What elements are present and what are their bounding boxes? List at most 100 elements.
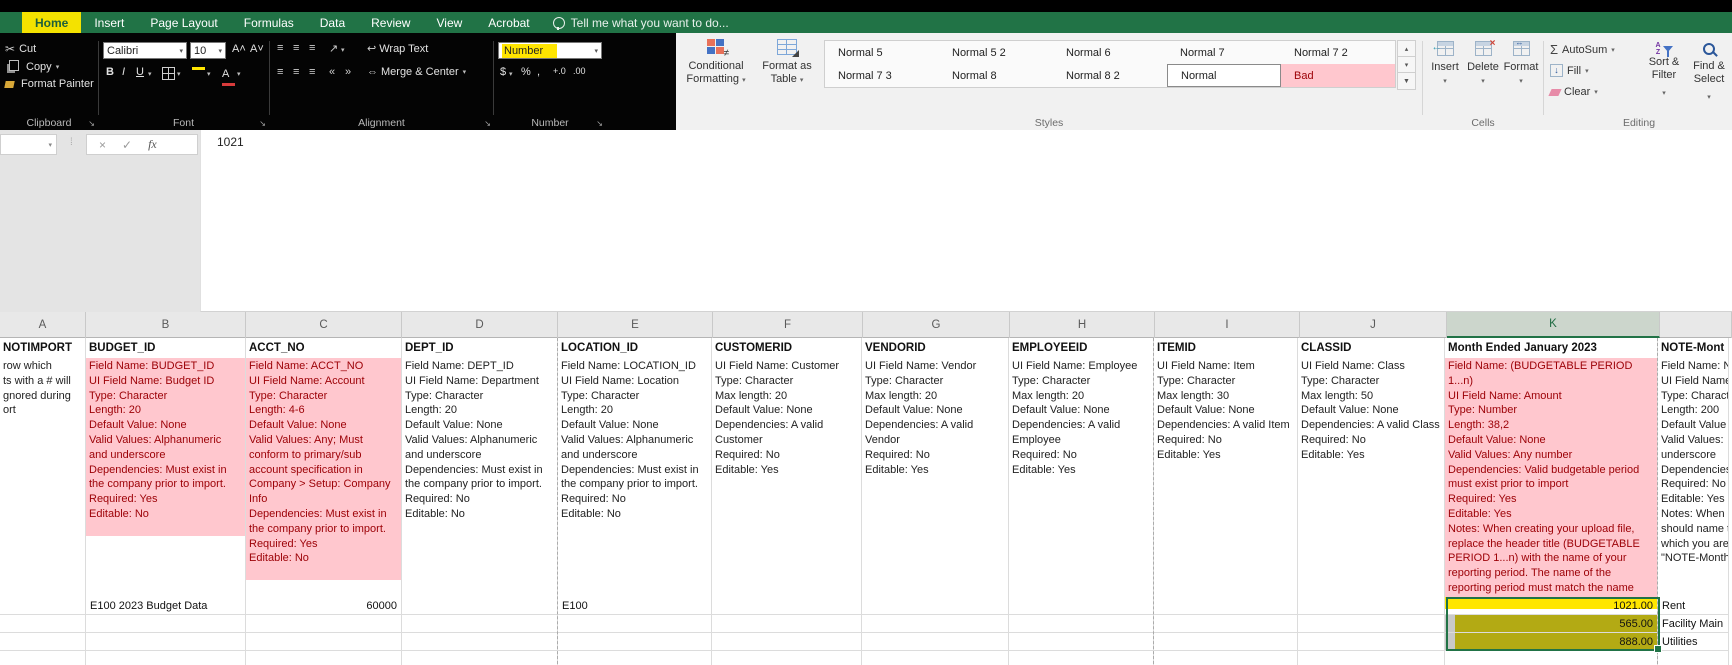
style-normal-8-2[interactable]: Normal 8 2 (1053, 64, 1167, 87)
data-cell[interactable]: 1021.00 (1445, 597, 1657, 615)
data-cell[interactable] (1154, 597, 1297, 615)
data-cell[interactable] (1658, 651, 1728, 665)
data-cell[interactable]: 60000 (246, 597, 401, 615)
autosum-button[interactable]: Σ AutoSum▾ (1550, 42, 1615, 57)
field-header-cell[interactable]: DEPT_ID (402, 338, 557, 358)
number-format-combo[interactable]: Number ▾ (498, 42, 602, 59)
data-cell[interactable] (1154, 615, 1297, 633)
data-cell[interactable] (0, 651, 85, 665)
data-cell[interactable] (402, 615, 557, 633)
style-normal-6[interactable]: Normal 6 (1053, 41, 1167, 64)
column-header-D[interactable]: D (402, 312, 558, 338)
data-cell[interactable] (1009, 651, 1153, 665)
data-cell[interactable] (862, 615, 1008, 633)
data-cell[interactable]: E100 (558, 597, 711, 615)
data-cell[interactable] (558, 615, 711, 633)
data-cell[interactable] (86, 651, 245, 665)
style-normal-7-2[interactable]: Normal 7 2 (1281, 41, 1395, 64)
data-cell[interactable]: 888.00 (1445, 633, 1657, 651)
tab-data[interactable]: Data (307, 12, 358, 33)
data-cell[interactable] (558, 633, 711, 651)
orientation-icon[interactable]: ↗ (329, 42, 337, 55)
styles-more-button[interactable]: ▼ (1397, 72, 1416, 90)
sort-filter-button[interactable]: AZ Sort & Filter▾ (1642, 42, 1686, 100)
conditional-formatting-button[interactable]: Conditional Formatting ▾ (682, 39, 750, 87)
field-header-cell[interactable]: NOTIMPORT (0, 338, 85, 358)
cancel-icon[interactable]: × (99, 138, 106, 152)
data-cell[interactable] (1298, 651, 1444, 665)
enter-icon[interactable]: ✓ (122, 138, 132, 152)
field-header-cell[interactable]: Month Ended January 2023 (1445, 338, 1657, 358)
data-cell[interactable]: Rent (1658, 597, 1728, 615)
field-description-cell[interactable]: UI Field Name: VendorType: CharacterMax … (862, 358, 1008, 597)
left-align-icon[interactable]: ≡ (277, 66, 282, 78)
data-cell[interactable] (0, 597, 85, 615)
bottom-align-icon[interactable]: ≡ (309, 42, 314, 54)
column-header-H[interactable]: H (1010, 312, 1155, 338)
insert-cells-button[interactable]: ← Insert▾ (1427, 41, 1463, 88)
data-cell[interactable] (86, 615, 245, 633)
data-cell[interactable] (1298, 615, 1444, 633)
decrease-indent-icon[interactable]: « (329, 66, 334, 78)
format-cells-button[interactable]: ↔ Format▾ (1503, 41, 1539, 88)
field-header-cell[interactable]: VENDORID (862, 338, 1008, 358)
style-normal-5-2[interactable]: Normal 5 2 (939, 41, 1053, 64)
format-as-table-button[interactable]: Format as Table ▾ (754, 39, 820, 87)
tab-formulas[interactable]: Formulas (231, 12, 307, 33)
tab-home[interactable]: Home (22, 12, 81, 33)
data-cell[interactable] (402, 597, 557, 615)
formula-bar-input[interactable]: 1021 (200, 130, 1732, 312)
field-description-cell[interactable]: Field Name: (BUDGETABLE PERIOD 1...n)UI … (1445, 358, 1657, 597)
column-header-E[interactable]: E (558, 312, 713, 338)
format-painter-button[interactable]: Format Painter (5, 78, 94, 90)
style-normal-7[interactable]: Normal 7 (1167, 41, 1281, 64)
data-cell[interactable]: E100 2023 Budget Data (86, 597, 245, 615)
style-normal-7-3[interactable]: Normal 7 3 (825, 64, 939, 87)
right-align-icon[interactable]: ≡ (309, 66, 314, 78)
data-cell[interactable] (862, 651, 1008, 665)
column-header-offscreen[interactable] (1660, 312, 1732, 338)
field-header-cell[interactable]: LOCATION_ID (558, 338, 711, 358)
column-header-J[interactable]: J (1300, 312, 1447, 338)
column-header-C[interactable]: C (246, 312, 402, 338)
style-bad[interactable]: Bad (1281, 64, 1395, 87)
fill-button[interactable]: ↓ Fill▾ (1550, 64, 1589, 77)
field-header-cell[interactable]: ITEMID (1154, 338, 1297, 358)
style-normal-5[interactable]: Normal 5 (825, 41, 939, 64)
alignment-dialog-launcher[interactable]: ↘ (484, 119, 491, 128)
middle-align-icon[interactable]: ≡ (293, 42, 298, 54)
copy-button[interactable]: Copy▾ (5, 60, 59, 73)
style-normal-8[interactable]: Normal 8 (939, 64, 1053, 87)
font-name-combo[interactable]: Calibri▾ (103, 42, 187, 59)
field-description-cell[interactable]: Field Name: ACCT_NOUI Field Name: Accoun… (246, 358, 401, 597)
data-cell[interactable] (1154, 633, 1297, 651)
field-header-cell[interactable]: ACCT_NO (246, 338, 401, 358)
field-description-cell[interactable]: Field Name: DEPT_IDUI Field Name: Depart… (402, 358, 557, 597)
field-description-cell[interactable]: Field Name: BUDGET_IDUI Field Name: Budg… (86, 358, 245, 597)
field-description-cell[interactable]: Field Name: NUI Field NameType: CharactL… (1658, 358, 1728, 597)
clear-button[interactable]: Clear▾ (1550, 86, 1598, 98)
tell-me-box[interactable]: Tell me what you want to do... (553, 12, 729, 33)
data-cell[interactable] (712, 651, 861, 665)
tab-review[interactable]: Review (358, 12, 423, 33)
orientation-dropdown[interactable]: ▾ (341, 46, 345, 54)
data-cell[interactable] (86, 633, 245, 651)
number-dialog-launcher[interactable]: ↘ (596, 119, 603, 128)
cut-button[interactable]: ✂ Cut (5, 42, 36, 56)
field-description-cell[interactable]: Field Name: LOCATION_IDUI Field Name: Lo… (558, 358, 711, 597)
data-cell[interactable] (712, 615, 861, 633)
data-cell[interactable] (1298, 597, 1444, 615)
data-cell[interactable] (1009, 615, 1153, 633)
fill-color-button[interactable] (192, 66, 205, 70)
column-header-I[interactable]: I (1155, 312, 1300, 338)
data-cell[interactable] (862, 633, 1008, 651)
field-description-cell[interactable]: UI Field Name: ItemType: CharacterMax le… (1154, 358, 1297, 597)
field-header-cell[interactable]: EMPLOYEEID (1009, 338, 1153, 358)
tab-acrobat[interactable]: Acrobat (475, 12, 542, 33)
column-header-F[interactable]: F (713, 312, 863, 338)
comma-style-button[interactable]: , (537, 66, 540, 78)
data-cell[interactable] (1009, 633, 1153, 651)
wrap-text-button[interactable]: ↩ Wrap Text (367, 42, 428, 55)
data-cell[interactable]: 565.00 (1445, 615, 1657, 633)
data-cell[interactable] (1298, 633, 1444, 651)
